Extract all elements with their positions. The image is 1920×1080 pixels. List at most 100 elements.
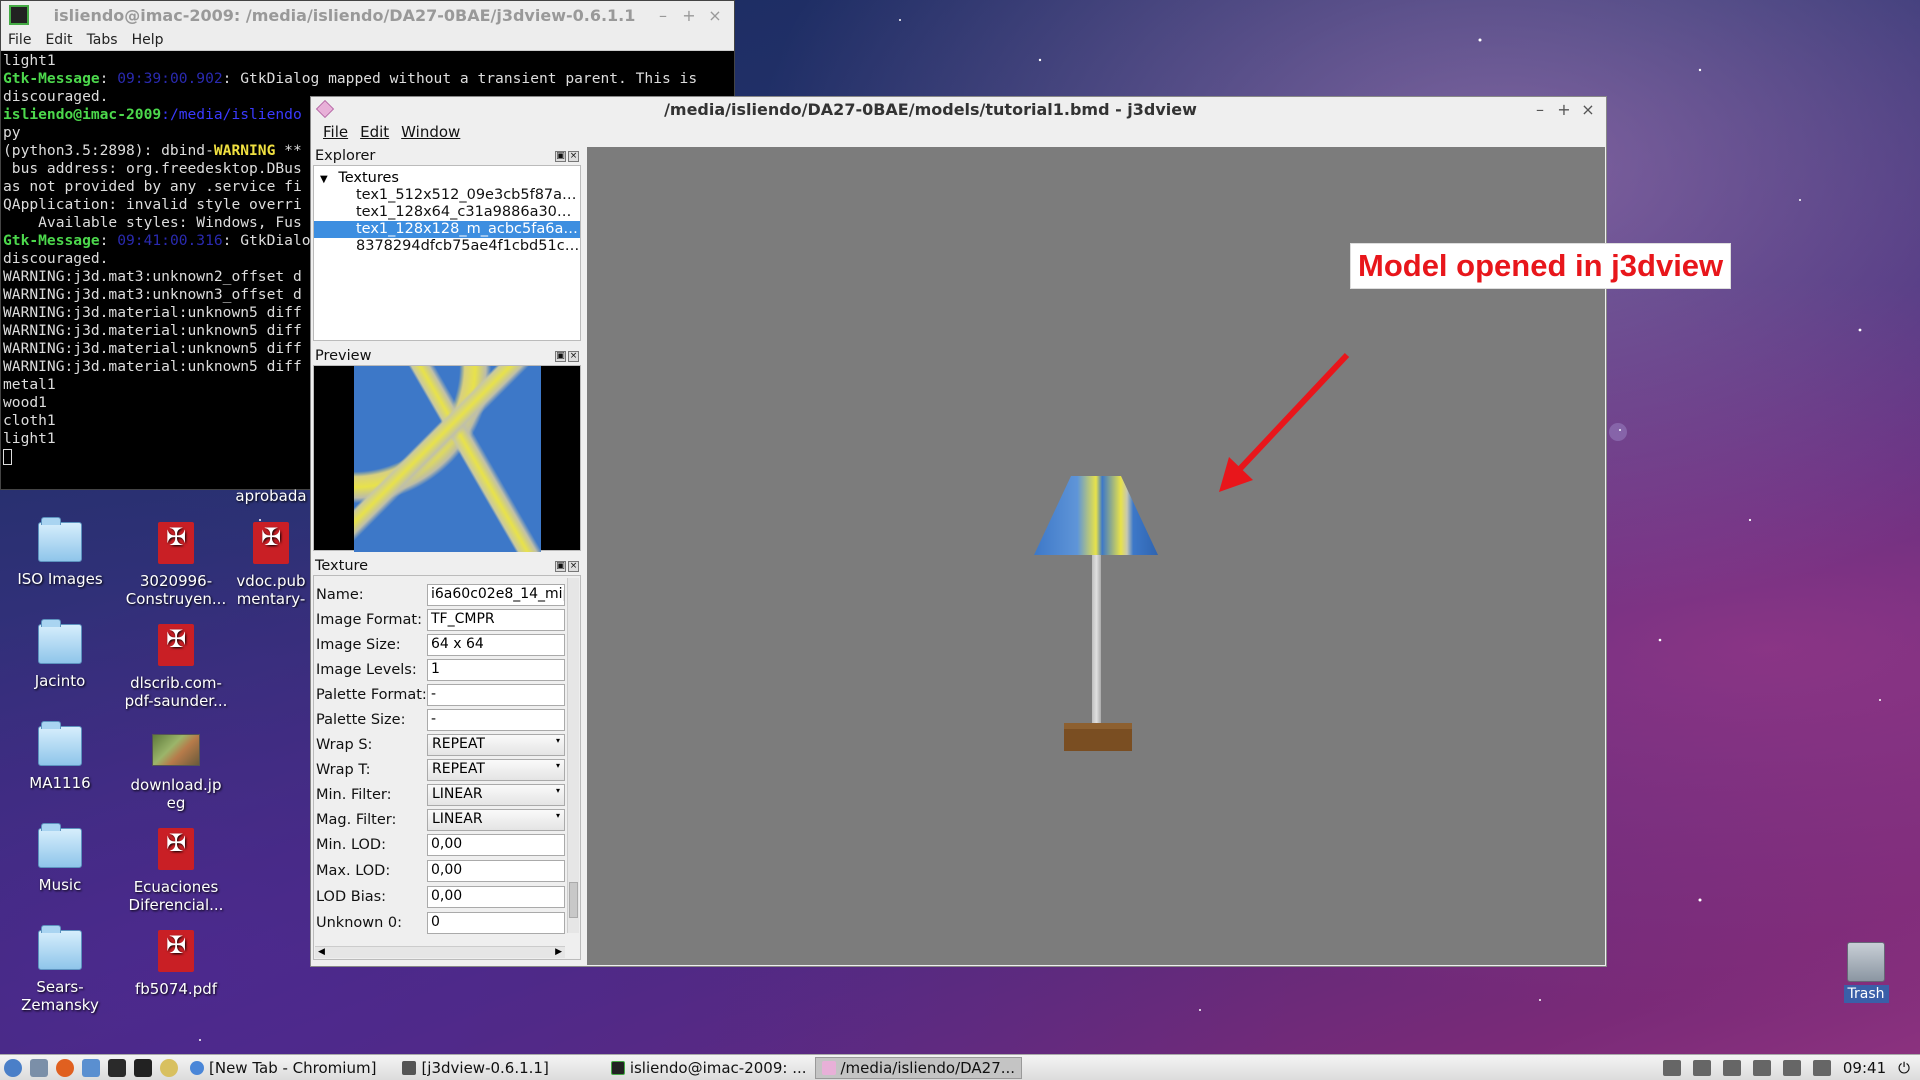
folder-icon <box>38 517 82 562</box>
scrollbar-thumb[interactable] <box>569 882 578 918</box>
menu-help[interactable]: Help <box>125 32 171 48</box>
clipboard-icon[interactable] <box>1692 1059 1711 1076</box>
float-icon[interactable]: ▣ <box>555 350 566 362</box>
keyboard-icon[interactable] <box>1752 1059 1771 1076</box>
minimize-icon[interactable]: – <box>1528 100 1552 119</box>
min-filter-select[interactable]: LINEAR ▾ <box>427 783 565 806</box>
mag-filter-select[interactable]: LINEAR ▾ <box>427 808 565 831</box>
palette-format-field[interactable]: - <box>427 683 565 706</box>
desktop-icon-pdf-vdoc[interactable]: vdoc.pub mentary- <box>232 522 310 608</box>
tree-item-texture[interactable]: tex1_512x512_09e3cb5f87ac... <box>314 187 580 204</box>
texture-properties: Name: i6a60c02e8_14_mip Image Format: TF_C… <box>313 575 581 960</box>
preview-title: Preview <box>315 348 372 364</box>
tree-item-texture-selected[interactable]: tex1_128x128_m_acbc5fa6a6... <box>314 221 580 238</box>
lod-bias-spinbox[interactable]: 0,00 <box>427 886 565 908</box>
j3dview-app-icon <box>315 99 335 119</box>
desktop-icon-pdf-dlscrib[interactable]: dlscrib.com-pdf-saunder... <box>116 624 236 710</box>
pdf-icon <box>158 930 194 972</box>
desktop-icon-iso-images[interactable]: ISO Images <box>0 517 120 588</box>
name-field[interactable]: i6a60c02e8_14_mip <box>427 583 565 606</box>
desktop-icon-jacinto[interactable]: Jacinto <box>0 619 120 690</box>
tree-item-texture[interactable]: 8378294dfcb75ae4f1cbd51c1... <box>314 238 580 255</box>
desktop-icon-label: 3020996-Construyen... <box>125 572 227 608</box>
terminal-title: isliendo@imac-2009: /media/isliendo/DA27… <box>53 5 636 25</box>
desktop-icon-ma1116[interactable]: MA1116 <box>0 721 120 792</box>
network-icon[interactable] <box>1722 1059 1741 1076</box>
desktop-icon-music[interactable]: Music <box>0 823 120 894</box>
close-icon[interactable]: × <box>568 150 579 162</box>
chromium-launcher-icon[interactable] <box>82 1058 100 1077</box>
desktop-icon-pdf-3020996[interactable]: 3020996-Construyen... <box>116 522 236 608</box>
explorer-dock-header[interactable]: Explorer ▣ × <box>313 147 581 165</box>
clock[interactable]: 09:41 <box>1843 1059 1886 1077</box>
task-terminal[interactable]: isliendo@imac-2009: ... <box>605 1057 813 1079</box>
image-format-field[interactable]: TF_CMPR <box>427 608 565 631</box>
desktop-icon-sears-zemansky[interactable]: Sears-Zemansky <box>0 925 120 1014</box>
menu-tabs[interactable]: Tabs <box>80 32 125 48</box>
unknown-0-field[interactable]: 0 <box>427 912 565 934</box>
preview-dock-header[interactable]: Preview ▣ × <box>313 347 581 365</box>
start-menu-icon[interactable] <box>4 1058 22 1077</box>
desktop-icon-label: Music <box>38 876 82 894</box>
system-monitor-icon[interactable] <box>108 1058 126 1077</box>
close-icon[interactable]: × <box>1576 100 1600 119</box>
system-tray: 09:41 ⏻ <box>1662 1059 1920 1077</box>
j3dview-titlebar[interactable]: /media/isliendo/DA27-0BAE/models/tutoria… <box>311 97 1606 121</box>
menu-file[interactable]: File <box>317 123 354 141</box>
menu-window[interactable]: Window <box>395 123 466 141</box>
wrap-s-select[interactable]: REPEAT ▾ <box>427 733 565 756</box>
desktop-icon-download-jpeg[interactable]: download.jpeg <box>116 726 236 812</box>
texture-dock-header[interactable]: Texture ▣ × <box>313 557 581 575</box>
show-desktop-icon[interactable] <box>30 1058 48 1077</box>
desktop-icon-partial-label: aprobada <box>235 487 307 505</box>
vertical-scrollbar[interactable] <box>567 578 579 933</box>
collapse-arrow-icon[interactable]: ▼ <box>320 174 328 185</box>
desktop-icon-pdf-ecuaciones[interactable]: Ecuaciones Diferencial... <box>116 828 236 914</box>
close-icon[interactable]: × <box>704 6 726 25</box>
j3dview-icon <box>821 1060 836 1075</box>
terminal-cursor <box>3 449 12 465</box>
power-icon[interactable]: ⏻ <box>1898 1059 1910 1077</box>
prop-wrap-t: Wrap T: REPEAT ▾ <box>314 757 580 782</box>
window-icon[interactable] <box>1662 1059 1681 1076</box>
pdf-icon <box>158 624 194 666</box>
terminal-launcher-icon[interactable] <box>134 1058 152 1077</box>
j3dview-window[interactable]: /media/isliendo/DA27-0BAE/models/tutoria… <box>310 96 1607 967</box>
maximize-icon[interactable]: + <box>678 6 700 25</box>
j3dview-title: /media/isliendo/DA27-0BAE/models/tutoria… <box>664 99 1197 119</box>
desktop-icon-pdf-fb5074[interactable]: fb5074.pdf <box>116 930 236 998</box>
float-icon[interactable]: ▣ <box>555 560 566 572</box>
desktop-icon-label: dlscrib.com-pdf-saunder... <box>124 674 228 710</box>
wrap-t-select[interactable]: REPEAT ▾ <box>427 758 565 781</box>
minimize-icon[interactable]: – <box>652 6 674 25</box>
scroll-left-icon[interactable]: ◀ <box>318 947 325 958</box>
scroll-right-icon[interactable]: ▶ <box>555 947 562 958</box>
palette-size-field[interactable]: - <box>427 708 565 731</box>
prop-name: Name: i6a60c02e8_14_mip <box>314 582 580 607</box>
signal-icon[interactable] <box>1782 1059 1801 1076</box>
menu-edit[interactable]: Edit <box>38 32 79 48</box>
min-lod-spinbox[interactable]: 0,00 <box>427 834 565 856</box>
explorer-tree[interactable]: ▼ Textures tex1_512x512_09e3cb5f87ac... … <box>313 165 581 341</box>
menu-file[interactable]: File <box>1 32 38 48</box>
tree-item-texture[interactable]: tex1_128x64_c31a9886a3095... <box>314 204 580 221</box>
volume-icon[interactable] <box>1812 1059 1831 1076</box>
terminal-line: light1 <box>3 52 56 69</box>
image-levels-field[interactable]: 1 <box>427 658 565 681</box>
maximize-icon[interactable]: + <box>1552 100 1576 119</box>
task-file-manager[interactable]: [j3dview-0.6.1.1] <box>396 1057 554 1079</box>
max-lod-spinbox[interactable]: 0,00 <box>427 860 565 882</box>
close-icon[interactable]: × <box>568 350 579 362</box>
float-icon[interactable]: ▣ <box>555 150 566 162</box>
menu-edit[interactable]: Edit <box>354 123 395 141</box>
terminal-titlebar[interactable]: isliendo@imac-2009: /media/isliendo/DA27… <box>1 1 734 29</box>
firefox-icon[interactable] <box>56 1058 74 1077</box>
app-launcher-icon[interactable] <box>160 1058 178 1077</box>
close-icon[interactable]: × <box>568 560 579 572</box>
horizontal-scrollbar[interactable]: ◀ ▶ <box>315 946 565 958</box>
task-j3dview[interactable]: /media/isliendo/DA27... <box>814 1056 1023 1079</box>
task-chromium[interactable]: [New Tab - Chromium] <box>184 1057 382 1079</box>
image-size-field[interactable]: 64 x 64 <box>427 633 565 656</box>
desktop-icon-trash[interactable]: Trash <box>1836 942 1896 1003</box>
tree-node-textures[interactable]: ▼ Textures <box>314 169 580 187</box>
